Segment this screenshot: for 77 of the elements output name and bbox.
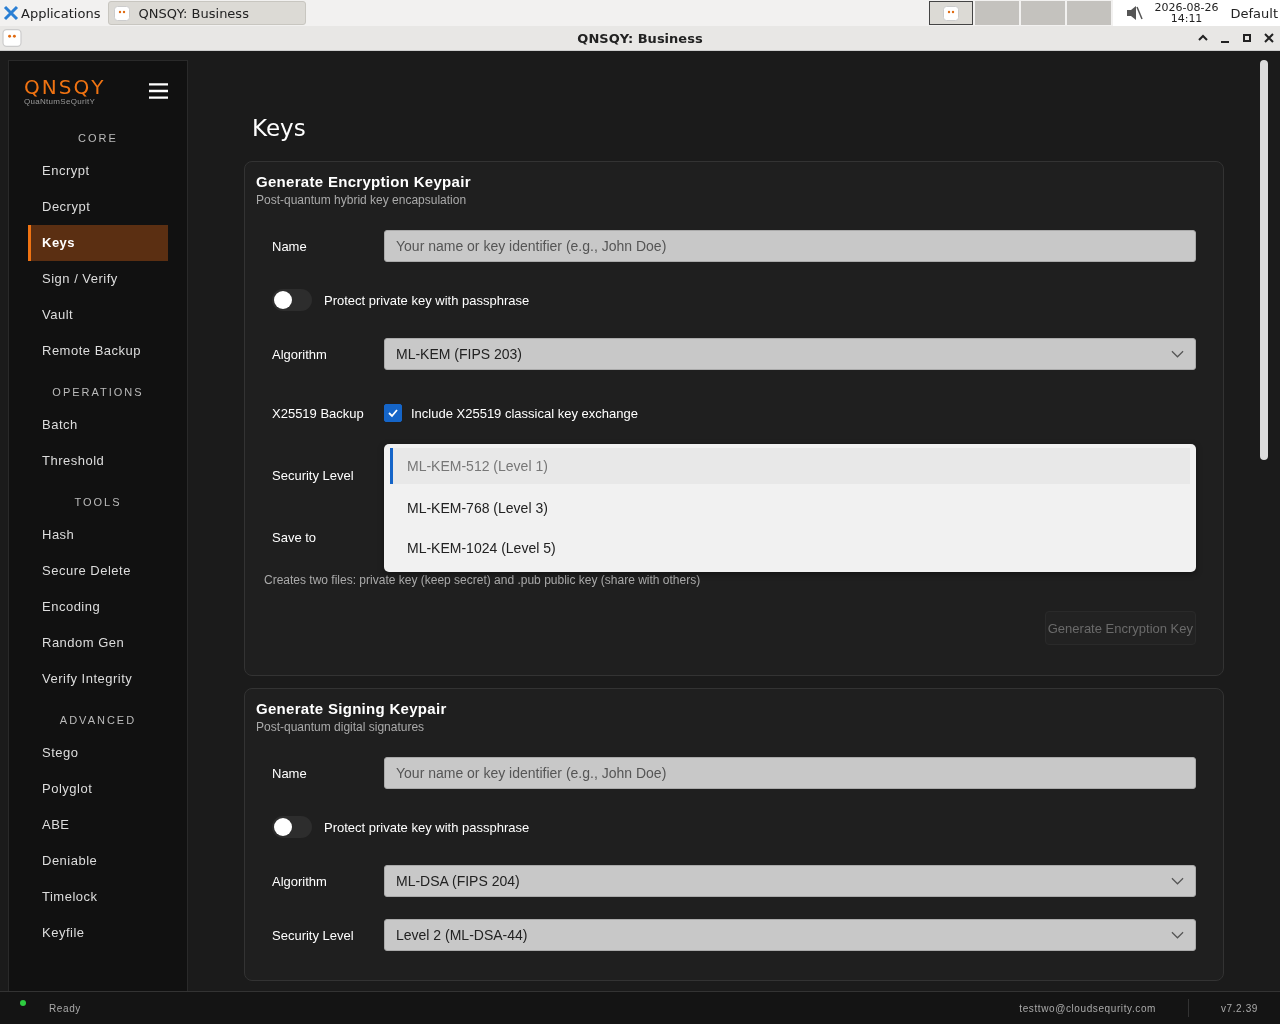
checkbox-label: Include X25519 classical key exchange xyxy=(411,405,638,421)
toggle-label: Protect private key with passphrase xyxy=(324,819,530,835)
dropdown[interactable]: Level 2 (ML-DSA-44) xyxy=(384,919,1196,951)
clock-time: 14:11 xyxy=(1170,13,1203,24)
nav-item[interactable]: Encoding xyxy=(28,589,168,625)
version-label: v7.2.39 xyxy=(1221,1002,1258,1014)
section-heading: CORE xyxy=(77,131,119,146)
menu-icon[interactable] xyxy=(149,82,168,100)
app-icon xyxy=(942,5,959,21)
checkmark-icon xyxy=(387,407,399,419)
toggle-switch[interactable] xyxy=(272,816,312,838)
nav-item[interactable]: Threshold xyxy=(28,443,168,479)
keyboard-layout[interactable]: Default xyxy=(1230,5,1278,21)
field-label: Algorithm xyxy=(272,346,328,362)
dropdown-option[interactable]: ML-KEM-1024 (Level 5) xyxy=(390,528,1190,568)
nav-item[interactable]: Random Gen xyxy=(28,625,168,661)
logo: QNSQY xyxy=(24,76,106,97)
field-label: Name xyxy=(272,238,308,254)
nav-item[interactable]: ABE xyxy=(28,807,168,843)
dropdown-option[interactable]: ML-KEM-512 (Level 1) xyxy=(390,448,1190,484)
nav-item[interactable]: Remote Backup xyxy=(28,333,168,369)
nav-item[interactable]: Secure Delete xyxy=(28,553,168,589)
dropdown-option[interactable]: ML-KEM-768 (Level 3) xyxy=(390,488,1190,528)
field-label: Name xyxy=(272,765,308,781)
maximize-icon[interactable] xyxy=(1242,33,1252,43)
toggle-label: Protect private key with passphrase xyxy=(324,292,530,308)
close-icon[interactable] xyxy=(1264,33,1274,43)
chevron-down-icon xyxy=(1171,877,1184,885)
input-field[interactable]: Your name or key identifier (e.g., John Doe) xyxy=(384,230,1196,262)
section-heading: ADVANCED xyxy=(58,713,138,728)
shade-icon[interactable] xyxy=(1198,33,1208,43)
nav-item[interactable]: Polyglot xyxy=(28,771,168,807)
clock[interactable]: 2026-08-26 14:11 xyxy=(1154,2,1219,24)
field-label: X25519 Backup xyxy=(272,405,365,421)
app-icon xyxy=(114,5,131,21)
dropdown[interactable]: ML-KEM (FIPS 203) xyxy=(384,338,1196,370)
workspace-button[interactable] xyxy=(928,1,973,25)
chevron-down-icon xyxy=(1171,350,1184,358)
nav-item[interactable]: Sign / Verify xyxy=(28,261,168,297)
card-subtitle: Post-quantum hybrid key encapsulation xyxy=(256,193,468,207)
muted-speaker-icon[interactable] xyxy=(1124,4,1143,22)
input-field[interactable]: Your name or key identifier (e.g., John Doe) xyxy=(384,757,1196,789)
nav-item[interactable]: Hash xyxy=(28,517,168,553)
card-title: Generate Signing Keypair xyxy=(256,700,448,717)
field-label: Algorithm xyxy=(272,873,328,889)
applications-icon[interactable] xyxy=(3,5,19,21)
nav-item[interactable]: Keyfile xyxy=(28,915,168,951)
field-label: Security Level xyxy=(272,467,355,483)
status-dot xyxy=(20,1000,26,1006)
user-email: testtwo@cloudsequrity.com xyxy=(1019,1002,1156,1014)
taskbar-window-button[interactable]: QNSQY: Business xyxy=(108,1,307,25)
nav-item[interactable]: Keys xyxy=(28,225,168,261)
nav-item[interactable]: Batch xyxy=(28,407,168,443)
logo-tagline: QuaNtumSeQuritY xyxy=(24,96,96,106)
section-heading: OPERATIONS xyxy=(51,385,145,400)
nav-item[interactable]: Stego xyxy=(28,735,168,771)
nav-item[interactable]: Timelock xyxy=(28,879,168,915)
clock-date: 2026-08-26 xyxy=(1154,2,1219,13)
nav-item[interactable]: Encrypt xyxy=(28,153,168,189)
nav-item[interactable]: Deniable xyxy=(28,843,168,879)
field-label: Save to xyxy=(272,529,318,545)
toggle-switch[interactable] xyxy=(272,289,312,311)
nav-item[interactable]: Decrypt xyxy=(28,189,168,225)
section-heading: TOOLS xyxy=(73,495,123,510)
dropdown[interactable]: ML-DSA (FIPS 204) xyxy=(384,865,1196,897)
card-title: Generate Encryption Keypair xyxy=(256,173,472,190)
checkbox[interactable] xyxy=(384,404,402,422)
window-title: QNSQY: Business xyxy=(577,30,703,46)
nav-item[interactable]: Verify Integrity xyxy=(28,661,168,697)
status-text: Ready xyxy=(49,1002,81,1014)
field-label: Security Level xyxy=(272,927,355,943)
page-title: Keys xyxy=(252,115,307,141)
help-text: Creates two files: private key (keep secret) and .pub public key (share with others) xyxy=(263,573,702,587)
chevron-down-icon xyxy=(1171,931,1184,939)
nav-item[interactable]: Vault xyxy=(28,297,168,333)
card-subtitle: Post-quantum digital signatures xyxy=(256,720,426,734)
applications-menu[interactable]: Applications xyxy=(21,5,101,21)
